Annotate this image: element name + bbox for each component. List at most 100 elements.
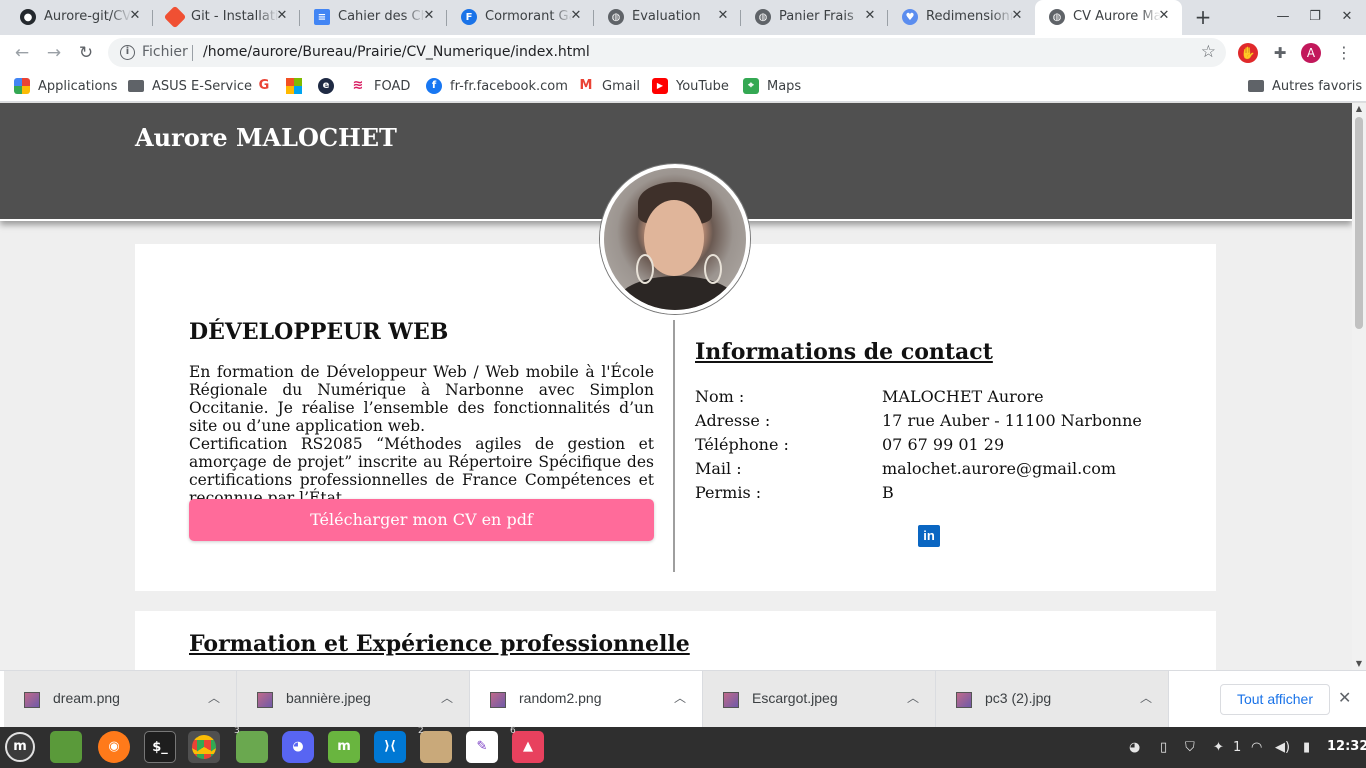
chevron-up-icon[interactable]: ︿ (674, 689, 686, 706)
star-icon[interactable]: ☆ (1201, 42, 1216, 62)
image-viewer-icon[interactable]: 6 ▲ (510, 726, 544, 763)
download-cv-button[interactable]: Télécharger mon CV en pdf (189, 499, 654, 541)
bookmark-other[interactable]: Autres favoris (1248, 77, 1362, 95)
page-scrollbar[interactable]: ▲ ▼ (1352, 103, 1366, 670)
bookmark-youtube[interactable]: ▶ YouTube (652, 77, 729, 95)
bookmark-asus[interactable]: ASUS E-Service (128, 77, 252, 95)
battery-icon[interactable]: ▮ (1303, 739, 1310, 757)
show-desktop-icon[interactable] (50, 731, 82, 763)
close-icon[interactable]: ✕ (127, 8, 143, 24)
forward-arrow-icon[interactable]: → (42, 41, 66, 65)
bookmark-foad[interactable]: ≋ FOAD (350, 77, 410, 95)
photo-earring (704, 254, 722, 284)
tab-title: Panier Frais (779, 9, 867, 25)
globe-icon: ◍ (755, 9, 771, 25)
tab-evaluation[interactable]: ◍ Évaluation ✕ (594, 0, 741, 35)
archive-icon[interactable]: 2 (418, 726, 452, 763)
back-arrow-icon[interactable]: ← (10, 41, 34, 65)
close-icon[interactable]: ✕ (274, 8, 290, 24)
tab-panier[interactable]: ◍ Panier Frais ✕ (741, 0, 888, 35)
download-filename: dream.png (53, 690, 120, 706)
close-downloads-icon[interactable]: ✕ (1338, 688, 1351, 707)
scroll-down-arrow-icon[interactable]: ▼ (1352, 658, 1366, 670)
download-item[interactable]: dream.png ︿ (4, 671, 237, 728)
linkedin-icon[interactable]: in (918, 525, 940, 547)
update-manager-icon[interactable]: m (328, 731, 360, 763)
download-item[interactable]: pc3 (2).jpg ︿ (936, 671, 1169, 728)
chevron-up-icon[interactable]: ︿ (208, 689, 220, 706)
chrome-icon[interactable] (188, 731, 220, 763)
contact-value: MALOCHET Aurore (882, 387, 1044, 406)
folder-icon (128, 80, 144, 92)
volume-icon[interactable]: ◀) (1275, 739, 1290, 757)
certification-paragraph: Certification RS2085 “Méthodes agiles de… (189, 435, 654, 507)
bookmark-google[interactable]: G (256, 77, 280, 95)
files-icon[interactable]: 3 (234, 726, 268, 763)
new-tab-button[interactable]: + (1192, 6, 1214, 28)
puzzle-icon[interactable]: ✚ (1270, 43, 1290, 63)
reload-icon[interactable]: ↻ (74, 41, 98, 65)
firefox-icon[interactable]: ◉ (98, 731, 130, 763)
bookmark-applications[interactable]: Applications (14, 77, 117, 95)
terminal-icon[interactable]: $_ (144, 731, 176, 763)
menu-kebab-icon[interactable]: ⋮ (1334, 43, 1354, 63)
close-icon[interactable]: ✕ (568, 8, 584, 24)
vscode-icon[interactable]: ⟩⟨ (374, 731, 406, 763)
tab-git[interactable]: Git - Installation ✕ (153, 0, 300, 35)
tab-cv-active[interactable]: ◍ CV Aurore Malochet ✕ (1035, 0, 1182, 35)
tab-docs[interactable]: ≡ Cahier des Charges ✕ (300, 0, 447, 35)
scrollbar-thumb[interactable] (1355, 117, 1363, 329)
tab-strip: ● Aurore-git/CV ✕ Git - Installation ✕ ≡… (0, 0, 1366, 35)
clipboard-icon[interactable]: ▯ (1160, 739, 1167, 757)
close-icon[interactable]: ✕ (1009, 8, 1025, 24)
download-item[interactable]: random2.png ︿ (470, 671, 703, 728)
tab-github[interactable]: ● Aurore-git/CV ✕ (6, 0, 153, 35)
contact-row: Téléphone : 07 67 99 01 29 (695, 435, 1175, 457)
download-item[interactable]: bannière.jpeg ︿ (237, 671, 470, 728)
wifi-icon[interactable]: ◠ (1251, 739, 1262, 757)
discord-tray-icon[interactable]: ◕ (1129, 739, 1140, 757)
contact-row: Mail : malochet.aurore@gmail.com (695, 459, 1175, 481)
tab-redimensionner[interactable]: ♥ Redimensionner ✕ (888, 0, 1035, 35)
scroll-up-arrow-icon[interactable]: ▲ (1352, 103, 1366, 115)
minimize-icon[interactable]: — (1272, 6, 1294, 28)
bookmark-label: Applications (38, 78, 118, 94)
close-icon[interactable]: ✕ (1156, 8, 1172, 24)
avatar[interactable]: A (1301, 43, 1321, 63)
workspace-icon[interactable]: ✦ (1213, 739, 1224, 757)
bookmark-label: FOAD (374, 78, 411, 94)
bookmark-e[interactable]: e (318, 77, 342, 95)
address-bar[interactable]: i Fichier /home/aurore/Bureau/Prairie/CV… (108, 38, 1226, 67)
image-file-icon (257, 692, 273, 708)
url-text[interactable]: /home/aurore/Bureau/Prairie/CV_Numerique… (203, 44, 590, 60)
contact-value: B (882, 483, 894, 502)
info-icon[interactable]: i (120, 45, 135, 60)
intro-paragraph: En formation de Développeur Web / Web mo… (189, 363, 654, 435)
chevron-up-icon[interactable]: ︿ (1140, 689, 1152, 706)
drawing-icon[interactable]: ✎ (466, 731, 498, 763)
formation-title: Formation et Expérience professionnelle (189, 631, 690, 657)
tab-fonts[interactable]: F Cormorant Garamond ✕ (447, 0, 594, 35)
window-close-icon[interactable]: ✕ (1336, 6, 1358, 28)
download-item[interactable]: Escargot.jpeg ︿ (703, 671, 936, 728)
mint-menu-icon[interactable]: m (5, 732, 35, 762)
maximize-icon[interactable]: ❐ (1304, 6, 1326, 28)
close-icon[interactable]: ✕ (421, 8, 437, 24)
downloads-bar: dream.png ︿ bannière.jpeg ︿ random2.png … (0, 670, 1366, 728)
page-title: Aurore MALOCHET (135, 123, 397, 152)
show-all-downloads-button[interactable]: Tout afficher (1220, 684, 1330, 715)
download-filename: bannière.jpeg (286, 690, 371, 706)
shield-icon[interactable]: ⛉ (1185, 739, 1195, 757)
chevron-up-icon[interactable]: ︿ (907, 689, 919, 706)
extension-stop-icon[interactable]: ✋ (1238, 43, 1258, 63)
heart-icon: ♥ (902, 9, 918, 25)
close-icon[interactable]: ✕ (862, 8, 878, 24)
bookmark-microsoft[interactable] (286, 77, 310, 95)
bookmark-gmail[interactable]: M Gmail (578, 77, 640, 95)
bookmark-maps[interactable]: ⌖ Maps (743, 77, 801, 95)
bookmark-facebook[interactable]: f fr-fr.facebook.com (426, 77, 568, 95)
discord-icon[interactable]: ◕ (282, 731, 314, 763)
download-filename: random2.png (519, 690, 602, 706)
close-icon[interactable]: ✕ (715, 8, 731, 24)
chevron-up-icon[interactable]: ︿ (441, 689, 453, 706)
